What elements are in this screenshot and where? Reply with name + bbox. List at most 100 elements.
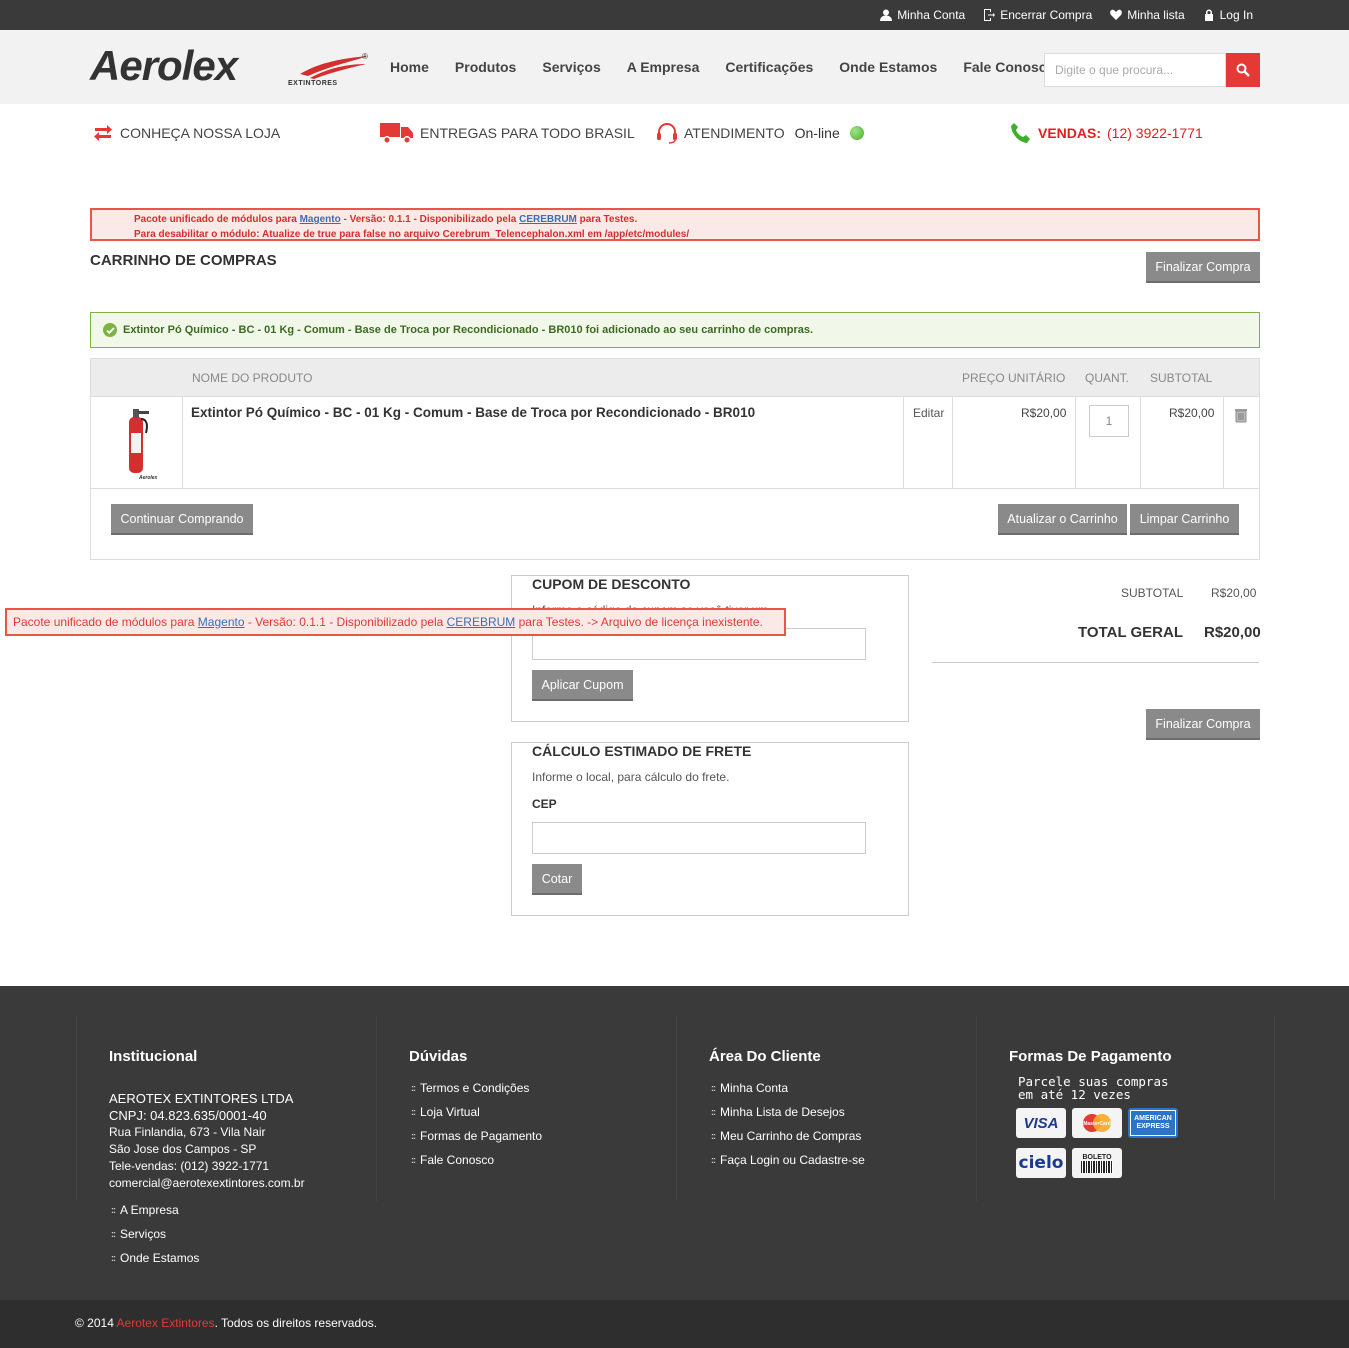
notice-text: para Testes. <box>576 214 638 225</box>
sales-phone: (12) 3922-1771 <box>1107 125 1203 141</box>
footer-link-desejos[interactable]: Minha Lista de Desejos <box>711 1100 865 1124</box>
login-label: Log In <box>1219 8 1253 22</box>
institucional-links: A Empresa Serviços Onde Estamos <box>111 1198 199 1270</box>
footer-link-minha-conta[interactable]: Minha Conta <box>711 1076 865 1100</box>
search-input[interactable] <box>1044 53 1226 87</box>
company-email: comercial@aerotexextintores.com.br <box>109 1176 305 1190</box>
top-bar: Minha Conta Encerrar Compra Minha lista … <box>0 0 1349 30</box>
subtotal-value: R$20,00 <box>1211 586 1257 600</box>
main-nav: Home Produtos Serviços A Empresa Certifi… <box>390 30 1055 104</box>
page-title: CARRINHO DE COMPRAS <box>90 252 277 269</box>
coupon-title: CUPOM DE DESCONTO <box>532 576 691 592</box>
nav-home[interactable]: Home <box>390 59 429 75</box>
logo-subtitle: EXTINTORES <box>288 80 338 87</box>
cliente-links: Minha Conta Minha Lista de Desejos Meu C… <box>711 1076 865 1172</box>
installments-text: Parcele suas compras em até 12 vezes <box>1018 1075 1169 1101</box>
cep-input[interactable] <box>532 822 866 854</box>
magento-link[interactable]: Magento <box>198 615 245 629</box>
subtotal-label: SUBTOTAL <box>1121 586 1184 600</box>
coupon-box: CUPOM DE DESCONTO Informe o código do cu… <box>511 575 909 722</box>
info-store[interactable]: CONHEÇA NOSSA LOJA <box>92 120 280 146</box>
logo-text: Aerolex <box>90 42 238 89</box>
info-store-label: CONHEÇA NOSSA LOJA <box>120 125 281 141</box>
info-sales: VENDAS: (12) 3922-1771 <box>1010 120 1203 146</box>
footer-link-a-empresa[interactable]: A Empresa <box>111 1198 199 1222</box>
footer-heading: Institucional <box>109 1048 198 1065</box>
duvidas-links: Termos e Condições Loja Virtual Formas d… <box>411 1076 542 1172</box>
license-notice: Pacote unificado de módulos para Magento… <box>5 608 786 636</box>
cerebrum-link[interactable]: CEREBRUM <box>519 214 577 225</box>
search-bar <box>1044 53 1260 87</box>
checkout-button-top[interactable]: Finalizar Compra <box>1146 252 1260 283</box>
grand-total-value: R$20,00 <box>1204 624 1261 641</box>
company-cnpj: CNPJ: 04.823.635/0001-40 <box>109 1108 267 1123</box>
wishlist-label: Minha lista <box>1127 8 1185 22</box>
quote-button[interactable]: Cotar <box>532 864 582 895</box>
footer-link-onde-estamos[interactable]: Onde Estamos <box>111 1246 199 1270</box>
nav-servicos[interactable]: Serviços <box>542 59 600 75</box>
col-qty: QUANT. <box>1085 371 1130 385</box>
checkout-link[interactable]: Encerrar Compra <box>983 8 1092 22</box>
truck-icon <box>380 123 413 144</box>
footer-link-termos[interactable]: Termos e Condições <box>411 1076 542 1100</box>
copyright-text: . Todos os direitos reservados. <box>214 1316 378 1330</box>
totals-divider <box>932 662 1259 663</box>
footer-link-login[interactable]: Faça Login ou Cadastre-se <box>711 1148 865 1172</box>
info-support-label: ATENDIMENTO <box>684 125 785 141</box>
nav-onde-estamos[interactable]: Onde Estamos <box>839 59 937 75</box>
edit-link[interactable]: Editar <box>913 406 944 420</box>
copyright: © 2014 Aerotex Extintores. Todos os dire… <box>75 1316 377 1330</box>
row-subtotal: R$20,00 <box>1169 406 1215 420</box>
logo[interactable]: Aerolex EXTINTORES ® <box>90 45 375 90</box>
product-image-cell[interactable]: Aerolex <box>91 397 183 488</box>
copyright-text: © 2014 <box>75 1316 117 1330</box>
login-link[interactable]: Log In <box>1203 8 1253 22</box>
notice-text: Pacote unificado de módulos para <box>134 214 300 225</box>
nav-certificacoes[interactable]: Certificações <box>725 59 813 75</box>
col-unit-price: PREÇO UNITÁRIO <box>962 371 1066 385</box>
brand-link[interactable]: Aerotex Extintores <box>117 1316 215 1330</box>
installments-line: em até 12 vezes <box>1018 1087 1131 1102</box>
apply-coupon-button[interactable]: Aplicar Cupom <box>532 670 633 701</box>
license-notice-text: Pacote unificado de módulos para <box>13 615 198 629</box>
info-delivery-label: ENTREGAS PARA TODO BRASIL <box>420 125 635 141</box>
online-status: On-line <box>794 125 840 141</box>
checkout-icon <box>984 9 996 21</box>
cerebrum-link[interactable]: CEREBRUM <box>447 615 516 629</box>
my-account-link[interactable]: Minha Conta <box>880 8 965 22</box>
nav-fale-conosco[interactable]: Fale Conosco <box>963 59 1055 75</box>
notice-text: - Versão: 0.1.1 - Disponibilizado pela <box>340 214 520 225</box>
wishlist-link[interactable]: Minha lista <box>1110 8 1185 22</box>
company-info: AEROTEX EXTINTORES LTDA CNPJ: 04.823.635… <box>109 1090 305 1192</box>
extinguisher-image[interactable]: Aerolex <box>111 403 171 483</box>
footer-heading: Dúvidas <box>409 1048 468 1065</box>
svg-text:MasterCard: MasterCard <box>1083 1121 1111 1127</box>
headset-icon <box>657 123 677 144</box>
nav-a-empresa[interactable]: A Empresa <box>627 59 700 75</box>
nav-produtos[interactable]: Produtos <box>455 59 516 75</box>
footer-heading: Área Do Cliente <box>709 1048 821 1065</box>
clear-cart-button[interactable]: Limpar Carrinho <box>1130 504 1239 535</box>
image-caption: Aerolex <box>138 475 158 481</box>
footer-link-loja[interactable]: Loja Virtual <box>411 1100 542 1124</box>
continue-shopping-button[interactable]: Continuar Comprando <box>111 504 253 535</box>
footer-link-pagamento[interactable]: Formas de Pagamento <box>411 1124 542 1148</box>
user-icon <box>880 9 893 21</box>
license-notice-text: para Testes. -> Arquivo de licença inexi… <box>515 615 763 629</box>
update-cart-button[interactable]: Atualizar o Carrinho <box>998 504 1127 535</box>
product-name-link[interactable]: Extintor Pó Químico - BC - 01 Kg - Comum… <box>191 405 755 420</box>
col-product-name: NOME DO PRODUTO <box>192 371 313 385</box>
delete-icon[interactable] <box>1233 407 1249 423</box>
company-name: AEROTEX EXTINTORES LTDA <box>109 1091 294 1106</box>
lock-icon <box>1204 9 1213 21</box>
unit-price: R$20,00 <box>1021 406 1067 420</box>
magento-link[interactable]: Magento <box>300 214 341 225</box>
quantity-input[interactable] <box>1089 405 1129 437</box>
checkout-button-bottom[interactable]: Finalizar Compra <box>1146 709 1260 740</box>
company-city: São Jose dos Campos - SP <box>109 1142 257 1156</box>
registered-mark: ® <box>362 52 368 61</box>
search-button[interactable] <box>1226 53 1260 87</box>
footer-link-carrinho[interactable]: Meu Carrinho de Compras <box>711 1124 865 1148</box>
footer-link-servicos[interactable]: Serviços <box>111 1222 199 1246</box>
footer-link-fale[interactable]: Fale Conosco <box>411 1148 542 1172</box>
